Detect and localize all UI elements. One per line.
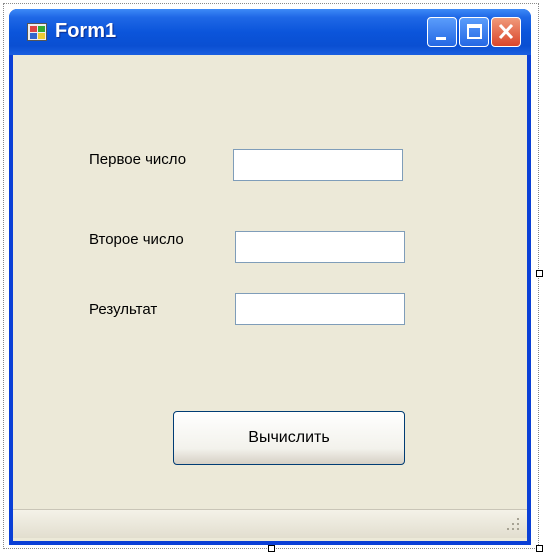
- close-button[interactable]: [491, 17, 521, 47]
- resize-handle-right[interactable]: [536, 270, 543, 277]
- resize-handle-bottom[interactable]: [268, 545, 275, 552]
- second-number-input[interactable]: [235, 231, 405, 263]
- window-title: Form1: [55, 20, 117, 42]
- close-icon: [498, 23, 514, 40]
- form-window: Form1 Первое число Второе число Результа…: [9, 9, 531, 545]
- maximize-button[interactable]: [459, 17, 489, 47]
- form-app-icon: [27, 23, 47, 41]
- result-output[interactable]: [235, 293, 405, 325]
- resize-handle-corner[interactable]: [536, 545, 543, 552]
- size-grip-icon[interactable]: [507, 518, 521, 532]
- minimize-button[interactable]: [427, 17, 457, 47]
- calculate-button[interactable]: Вычислить: [173, 411, 405, 465]
- form-client-area: Первое число Второе число Результат Вычи…: [13, 55, 527, 541]
- first-number-label: Первое число: [89, 151, 187, 168]
- status-strip: [13, 509, 527, 538]
- minimize-icon: [436, 37, 446, 40]
- first-number-input[interactable]: [233, 149, 403, 181]
- second-number-label: Второе число: [89, 231, 184, 248]
- maximize-icon: [467, 24, 482, 39]
- title-bar[interactable]: Form1: [9, 9, 531, 55]
- result-label: Результат: [89, 301, 158, 318]
